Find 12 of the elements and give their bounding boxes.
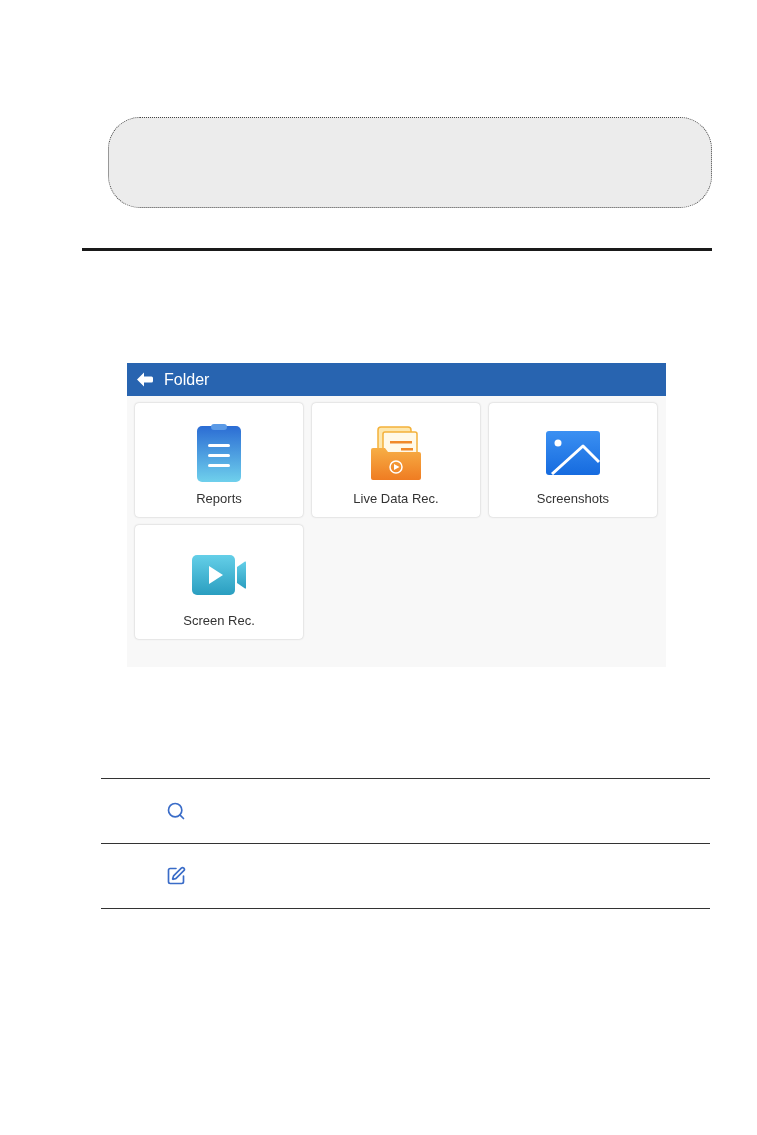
folder-tile[interactable]: Live Data Rec. bbox=[312, 403, 480, 517]
folder-tile[interactable]: Screen Rec. bbox=[135, 525, 303, 639]
folder-tile[interactable]: Reports bbox=[135, 403, 303, 517]
video-camera-icon bbox=[192, 555, 246, 595]
header-title: Folder bbox=[164, 370, 210, 389]
folder-tile[interactable]: Screenshots bbox=[489, 403, 657, 517]
image-icon bbox=[546, 431, 600, 475]
edit-icon bbox=[166, 866, 186, 886]
folder-icon bbox=[371, 426, 421, 480]
clipboard-icon bbox=[197, 424, 241, 482]
search-icon bbox=[166, 801, 186, 821]
back-arrow-icon[interactable] bbox=[137, 372, 153, 387]
